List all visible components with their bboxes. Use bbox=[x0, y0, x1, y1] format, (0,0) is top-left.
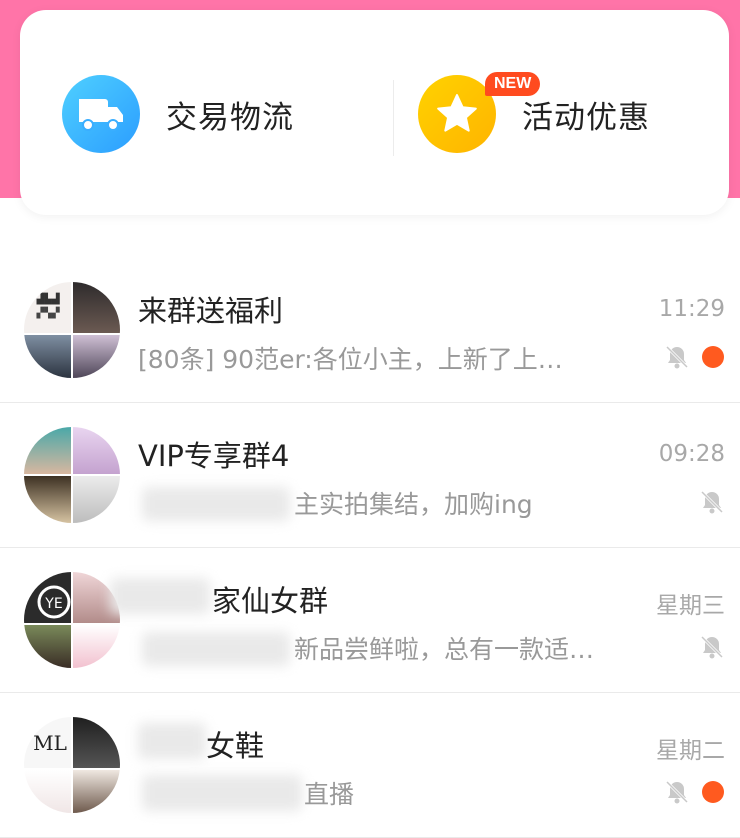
promotions-label: 活动优惠 bbox=[522, 99, 650, 136]
svg-text:▞▚▞: ▞▚▞ bbox=[35, 306, 59, 319]
conversation-title: 来群送福利 bbox=[138, 294, 284, 328]
avatar: YE bbox=[24, 572, 120, 668]
blurred-group-prefix bbox=[110, 578, 210, 614]
conversation-title: VIP专享群4 bbox=[138, 439, 290, 473]
quick-entry-card: 交易物流 NEW 活动优惠 bbox=[20, 10, 729, 215]
svg-text:YE: YE bbox=[44, 596, 62, 612]
mute-bell-icon bbox=[665, 345, 689, 369]
svg-text:▟▙▟: ▟▙▟ bbox=[35, 292, 59, 305]
blurred-group-prefix bbox=[138, 723, 206, 759]
list-item[interactable]: ML 女鞋 直播 星期二 bbox=[0, 693, 740, 838]
blurred-sender bbox=[142, 775, 302, 811]
svg-text:ML: ML bbox=[33, 731, 67, 755]
conversation-preview: 新品尝鲜啦，总有一款适… bbox=[294, 635, 595, 664]
mute-bell-icon bbox=[700, 635, 724, 659]
mute-bell-icon bbox=[665, 780, 689, 804]
conversation-time: 星期三 bbox=[656, 593, 725, 619]
conversation-title: 女鞋 bbox=[206, 729, 265, 763]
promotions-entry[interactable]: NEW 活动优惠 bbox=[418, 72, 650, 154]
list-item[interactable]: VIP专享群4 主实拍集结，加购ing 09:28 bbox=[0, 403, 740, 548]
star-icon: NEW bbox=[418, 72, 541, 153]
blurred-sender bbox=[142, 487, 290, 521]
conversation-list: ▟▙▟ ▞▚▞ 来群送福利 [80条] 90范er:各位小主，上新了上… 11:2… bbox=[0, 258, 740, 838]
unread-dot bbox=[702, 346, 724, 368]
avatar: ML bbox=[24, 717, 120, 813]
conversation-title: 家仙女群 bbox=[212, 584, 329, 618]
logistics-entry[interactable]: 交易物流 bbox=[62, 74, 294, 154]
card-divider bbox=[393, 80, 394, 156]
unread-dot bbox=[702, 781, 724, 803]
conversation-time: 11:29 bbox=[658, 296, 725, 322]
conversation-time: 星期二 bbox=[656, 738, 725, 764]
truck-icon bbox=[62, 75, 140, 153]
mute-bell-icon bbox=[700, 490, 724, 514]
list-item[interactable]: ▟▙▟ ▞▚▞ 来群送福利 [80条] 90范er:各位小主，上新了上… 11:2… bbox=[0, 258, 740, 403]
conversation-time: 09:28 bbox=[658, 441, 725, 467]
new-badge: NEW bbox=[485, 72, 541, 96]
conversation-preview: [80条] 90范er:各位小主，上新了上… bbox=[138, 345, 563, 374]
blurred-sender bbox=[142, 632, 290, 666]
avatar: ▟▙▟ ▞▚▞ bbox=[24, 282, 120, 378]
avatar bbox=[24, 427, 120, 523]
list-item[interactable]: YE 家仙女群 新品尝鲜啦，总有一款适… 星期三 bbox=[0, 548, 740, 693]
conversation-preview: 主实拍集结，加购ing bbox=[294, 490, 533, 519]
logistics-label: 交易物流 bbox=[166, 99, 294, 136]
conversation-preview: 直播 bbox=[304, 780, 355, 809]
